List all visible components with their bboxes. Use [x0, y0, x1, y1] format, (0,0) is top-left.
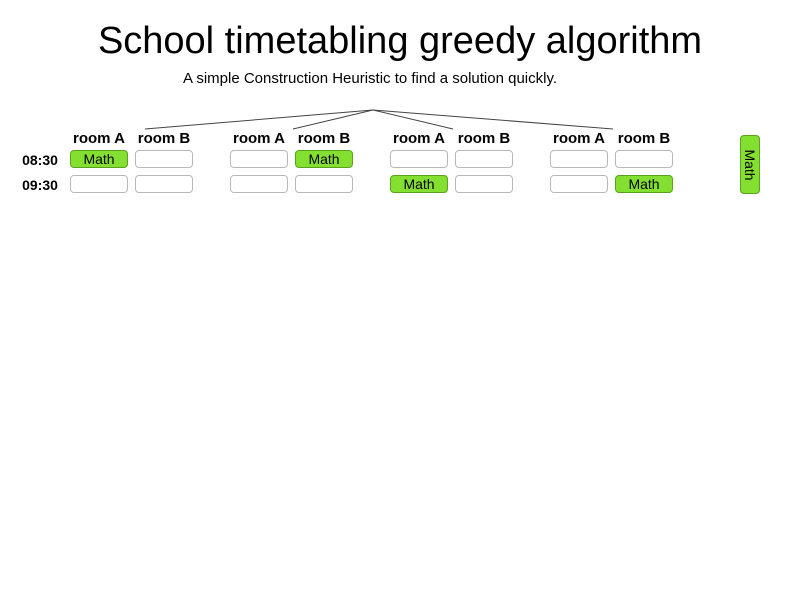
room-header: room B: [457, 130, 511, 147]
empty-cell[interactable]: [455, 175, 513, 193]
lesson-cell[interactable]: Math: [615, 175, 673, 193]
room-header: room B: [617, 130, 671, 147]
room-header: room A: [73, 130, 125, 147]
timetable-states: 08:30 09:30 room A room B Math room A room B Ma…: [0, 0, 800, 600]
empty-cell[interactable]: [135, 150, 193, 168]
empty-cell[interactable]: [455, 150, 513, 168]
timeslot-label: 09:30: [22, 177, 58, 193]
empty-cell[interactable]: [295, 175, 353, 193]
room-header: room A: [233, 130, 285, 147]
empty-cell[interactable]: [135, 175, 193, 193]
lesson-cell[interactable]: Math: [295, 150, 353, 168]
empty-cell[interactable]: [550, 150, 608, 168]
unassigned-lesson[interactable]: Math: [740, 135, 760, 194]
room-header: room A: [553, 130, 605, 147]
empty-cell[interactable]: [550, 175, 608, 193]
empty-cell[interactable]: [70, 175, 128, 193]
room-header: room B: [137, 130, 191, 147]
empty-cell[interactable]: [390, 150, 448, 168]
lesson-cell[interactable]: Math: [390, 175, 448, 193]
empty-cell[interactable]: [230, 175, 288, 193]
unassigned-lesson-label: Math: [742, 148, 758, 181]
empty-cell[interactable]: [230, 150, 288, 168]
empty-cell[interactable]: [615, 150, 673, 168]
lesson-cell[interactable]: Math: [70, 150, 128, 168]
room-header: room A: [393, 130, 445, 147]
timeslot-label: 08:30: [22, 152, 58, 168]
room-header: room B: [297, 130, 351, 147]
